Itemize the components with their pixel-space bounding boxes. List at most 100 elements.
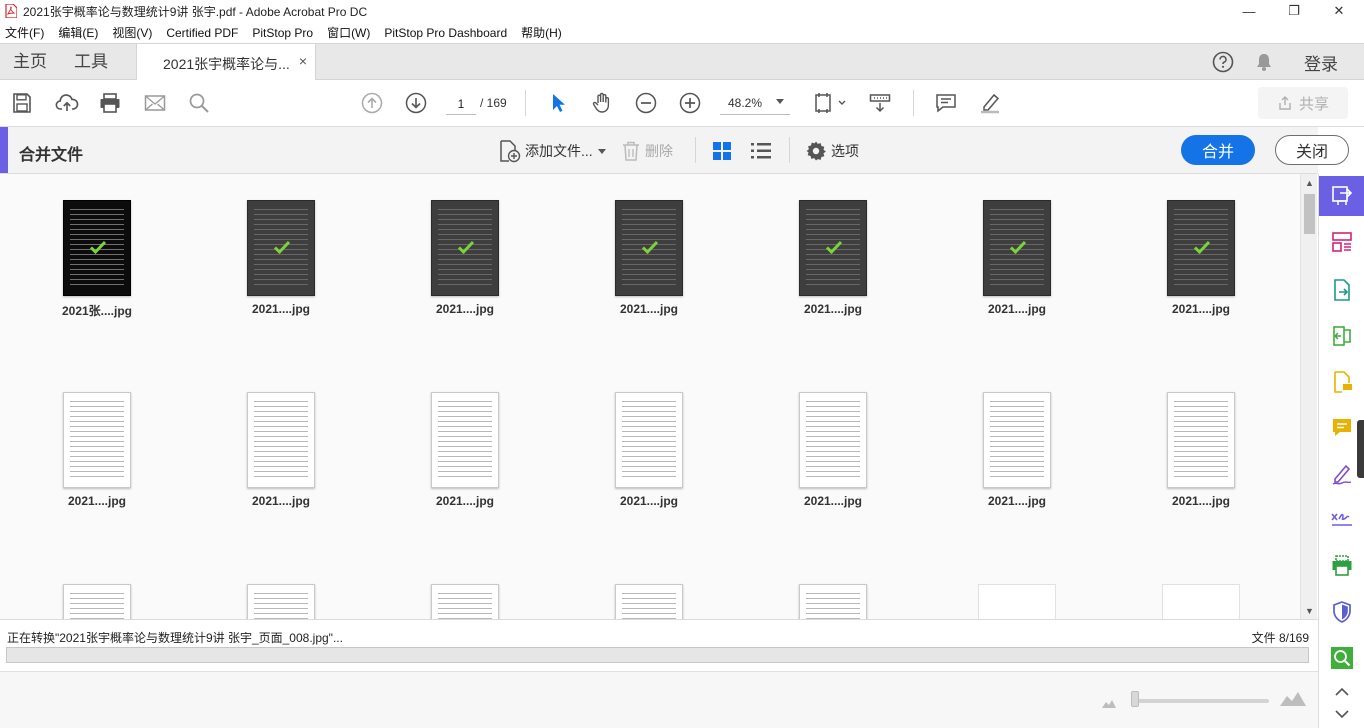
file-thumbnail[interactable] [983, 200, 1051, 296]
file-thumbnail[interactable] [799, 584, 867, 619]
merge-button[interactable]: 合并 [1181, 135, 1255, 165]
file-thumbnail[interactable] [615, 200, 683, 296]
notifications-bell-icon[interactable] [1252, 44, 1276, 80]
organize-pages-icon[interactable] [1319, 222, 1364, 262]
file-card[interactable]: 2021张....jpg [17, 174, 177, 318]
tab-home[interactable]: 主页 [13, 44, 47, 80]
file-card[interactable] [1121, 558, 1281, 619]
thumbnail-size-slider[interactable] [1131, 691, 1269, 707]
help-icon[interactable] [1210, 44, 1236, 80]
file-card[interactable]: 2021....jpg [1121, 174, 1281, 316]
file-card[interactable]: 2021....jpg [201, 366, 361, 508]
file-card[interactable]: 2021....jpg [753, 366, 913, 508]
select-cursor-icon[interactable] [546, 91, 570, 115]
send-for-signature-icon[interactable] [1319, 500, 1364, 540]
menu-view[interactable]: 视图(V) [112, 24, 152, 41]
large-thumbnail-icon[interactable] [1280, 690, 1306, 709]
file-card[interactable]: 2021....jpg [569, 366, 729, 508]
file-card[interactable]: 2021....jpg [569, 174, 729, 316]
file-card[interactable]: 2021....jpg [753, 174, 913, 316]
previous-page-icon[interactable] [360, 91, 384, 115]
comment-file-icon[interactable] [1319, 362, 1364, 402]
read-mode-icon[interactable] [868, 91, 892, 115]
file-card[interactable] [569, 558, 729, 619]
file-card[interactable] [385, 558, 545, 619]
page-number-input[interactable] [446, 93, 476, 115]
file-thumbnail[interactable] [983, 392, 1051, 488]
file-card[interactable]: 2021....jpg [385, 366, 545, 508]
scroll-down-arrow-icon[interactable]: ▼ [1301, 602, 1318, 619]
scroll-up-arrow-icon[interactable]: ▲ [1301, 174, 1318, 191]
maximize-button[interactable]: ❐ [1271, 0, 1317, 22]
minimize-button[interactable]: — [1226, 0, 1272, 22]
file-thumbnail[interactable] [247, 584, 315, 619]
file-card[interactable] [753, 558, 913, 619]
add-files-button[interactable]: 添加文件... [497, 138, 606, 164]
thumbnail-view-button[interactable] [712, 138, 736, 164]
file-thumbnail[interactable] [431, 392, 499, 488]
menu-pitstop-dashboard[interactable]: PitStop Pro Dashboard [384, 26, 507, 40]
menu-pitstop-pro[interactable]: PitStop Pro [252, 26, 313, 40]
file-card[interactable] [17, 558, 177, 619]
create-pdf-icon[interactable] [1319, 270, 1364, 310]
chevron-down-icon[interactable] [1319, 704, 1364, 724]
file-card[interactable]: 2021....jpg [385, 174, 545, 316]
zoom-in-icon[interactable] [678, 91, 702, 115]
highlight-pen-icon[interactable] [978, 91, 1002, 115]
file-thumbnail[interactable] [1167, 392, 1235, 488]
zoom-level-select[interactable]: 48.2% [720, 93, 790, 115]
menu-file[interactable]: 文件(F) [5, 24, 44, 41]
search-icon[interactable] [187, 91, 211, 115]
file-thumbnail[interactable] [615, 392, 683, 488]
slider-knob[interactable] [1131, 691, 1139, 707]
file-thumbnail[interactable] [431, 200, 499, 296]
file-card[interactable]: 2021....jpg [201, 174, 361, 316]
file-card[interactable]: 2021....jpg [17, 366, 177, 508]
print-production-icon[interactable] [1319, 546, 1364, 586]
file-thumbnail[interactable] [63, 392, 131, 488]
close-button[interactable]: 关闭 [1275, 135, 1349, 165]
upload-cloud-icon[interactable] [55, 91, 79, 115]
menu-window[interactable]: 窗口(W) [327, 24, 370, 41]
file-thumbnail[interactable] [978, 584, 1056, 619]
zoom-out-icon[interactable] [634, 91, 658, 115]
list-view-button[interactable] [750, 138, 776, 164]
edit-pdf-icon[interactable] [1319, 316, 1364, 356]
next-page-icon[interactable] [404, 91, 428, 115]
print-icon[interactable] [98, 91, 122, 115]
scrollbar-thumb[interactable] [1304, 194, 1315, 234]
grid-scrollbar[interactable]: ▲ ▼ [1300, 174, 1317, 619]
file-thumbnail[interactable] [247, 392, 315, 488]
comment-icon[interactable] [934, 91, 958, 115]
file-thumbnail[interactable] [799, 392, 867, 488]
file-card[interactable]: 2021....jpg [1121, 366, 1281, 508]
fill-sign-icon[interactable] [1319, 454, 1364, 494]
file-card[interactable]: 2021....jpg [937, 174, 1097, 316]
hand-tool-icon[interactable] [590, 91, 614, 115]
email-icon[interactable] [143, 91, 167, 115]
file-card[interactable] [201, 558, 361, 619]
chevron-up-icon[interactable] [1319, 682, 1364, 702]
menu-edit[interactable]: 编辑(E) [58, 24, 98, 41]
delete-button[interactable]: 删除 [621, 138, 673, 164]
file-thumbnail[interactable] [63, 200, 131, 296]
small-thumbnail-icon[interactable] [1102, 696, 1116, 711]
file-thumbnail[interactable] [247, 200, 315, 296]
file-card[interactable]: 2021....jpg [937, 366, 1097, 508]
menu-help[interactable]: 帮助(H) [521, 24, 562, 41]
file-thumbnail[interactable] [1162, 584, 1240, 619]
protect-icon[interactable] [1319, 592, 1364, 632]
enhance-scans-icon[interactable] [1319, 638, 1364, 678]
file-card[interactable] [937, 558, 1097, 619]
window-close-button[interactable]: ✕ [1316, 0, 1362, 22]
file-thumbnail[interactable] [63, 584, 131, 619]
export-pdf-icon[interactable] [1319, 176, 1364, 216]
tab-tools[interactable]: 工具 [74, 44, 108, 80]
file-thumbnail[interactable] [1167, 200, 1235, 296]
tab-document[interactable]: 2021张宇概率论与... × [136, 44, 316, 81]
close-tab-button[interactable]: × [299, 53, 307, 69]
file-thumbnail[interactable] [799, 200, 867, 296]
options-button[interactable]: 选项 [805, 138, 859, 164]
share-button[interactable]: 共享 [1258, 87, 1348, 119]
file-thumbnail[interactable] [431, 584, 499, 619]
